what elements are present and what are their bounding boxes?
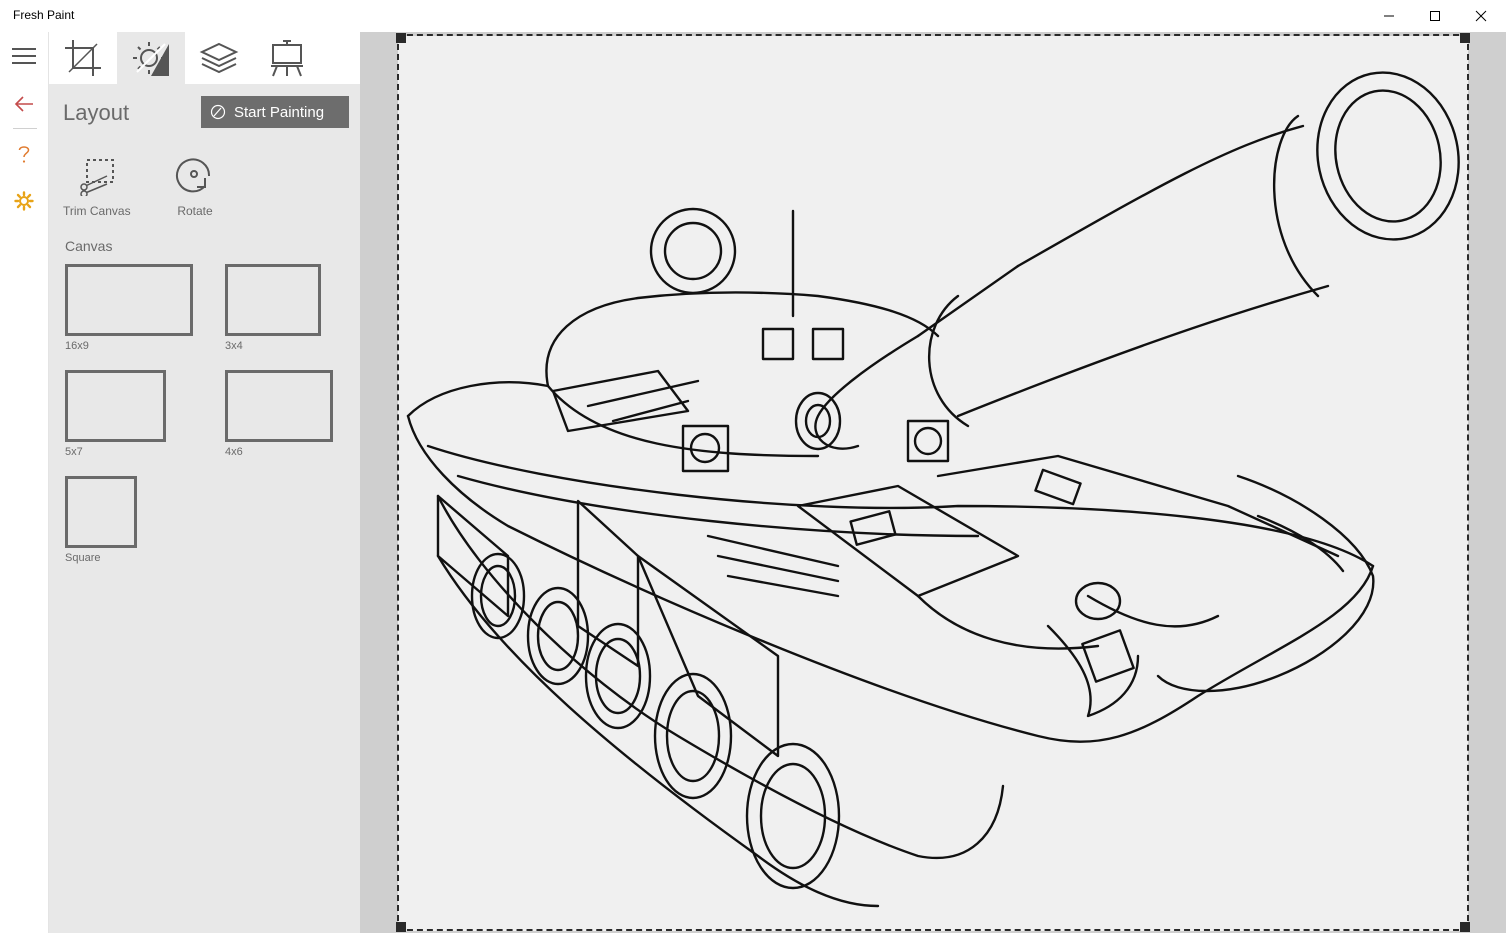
back-arrow-icon: [14, 96, 33, 112]
close-button[interactable]: [1458, 0, 1504, 32]
maximize-icon: [1430, 11, 1440, 21]
crop-handle-top-right[interactable]: [1460, 33, 1470, 43]
settings-button[interactable]: [0, 179, 48, 223]
layout-panel: Layout Start Painting Trim Canvas Rotate…: [49, 32, 360, 933]
rail-divider: [13, 128, 37, 129]
preset-thumbnail: [65, 370, 166, 442]
trim-canvas-tool[interactable]: Trim Canvas: [63, 150, 131, 218]
minimize-icon: [1384, 15, 1394, 17]
minimize-button[interactable]: [1366, 0, 1412, 32]
crop-handle-top-left[interactable]: [396, 33, 406, 43]
menu-button[interactable]: [0, 34, 48, 78]
trim-canvas-label: Trim Canvas: [63, 204, 131, 218]
preset-4x6[interactable]: 4x6: [225, 370, 333, 458]
rotate-tool[interactable]: Rotate: [169, 150, 221, 218]
brush-icon: [210, 104, 226, 120]
close-icon: [1475, 10, 1487, 22]
preset-16x9[interactable]: 16x9: [65, 264, 193, 352]
help-button[interactable]: [0, 132, 48, 176]
preset-3x4[interactable]: 3x4: [225, 264, 321, 352]
start-painting-label: Start Painting: [234, 103, 325, 121]
crop-handle-bottom-right[interactable]: [1460, 922, 1470, 932]
preset-square[interactable]: Square: [65, 476, 137, 564]
canvas-heading: Canvas: [65, 238, 113, 254]
app-title: Fresh Paint: [13, 8, 75, 22]
tab-layers[interactable]: [185, 32, 253, 84]
preset-label: 16x9: [65, 340, 89, 352]
back-button[interactable]: [0, 82, 48, 126]
crop-handle-bottom-left[interactable]: [396, 922, 406, 932]
preset-thumbnail: [225, 370, 333, 442]
tab-adjust[interactable]: [117, 32, 185, 84]
easel-icon: [271, 40, 303, 77]
settings-icon: [14, 191, 34, 211]
help-icon: [18, 146, 30, 163]
crop-selection[interactable]: [397, 34, 1469, 931]
section-title-layout: Layout: [63, 100, 130, 125]
preset-label: 5x7: [65, 446, 83, 458]
tab-easel[interactable]: [253, 32, 321, 84]
tool-tabs: [49, 32, 360, 84]
layers-icon: [199, 42, 239, 74]
trim-canvas-icon: [80, 159, 114, 196]
photo-adjust-icon: [133, 42, 169, 76]
rotate-label: Rotate: [177, 204, 213, 218]
rotate-icon: [176, 158, 211, 193]
start-painting-button[interactable]: Start Painting: [201, 96, 349, 128]
crop-icon: [65, 40, 101, 76]
preset-label: 3x4: [225, 340, 243, 352]
maximize-button[interactable]: [1412, 0, 1458, 32]
menu-icon: [12, 48, 36, 64]
preset-thumbnail: [225, 264, 321, 336]
preset-5x7[interactable]: 5x7: [65, 370, 166, 458]
preset-label: Square: [65, 552, 101, 564]
preset-thumbnail: [65, 264, 193, 336]
nav-rail: [0, 32, 49, 933]
tab-crop[interactable]: [49, 32, 117, 84]
title-bar: Fresh Paint: [0, 0, 1506, 32]
preset-thumbnail: [65, 476, 137, 548]
preset-label: 4x6: [225, 446, 243, 458]
